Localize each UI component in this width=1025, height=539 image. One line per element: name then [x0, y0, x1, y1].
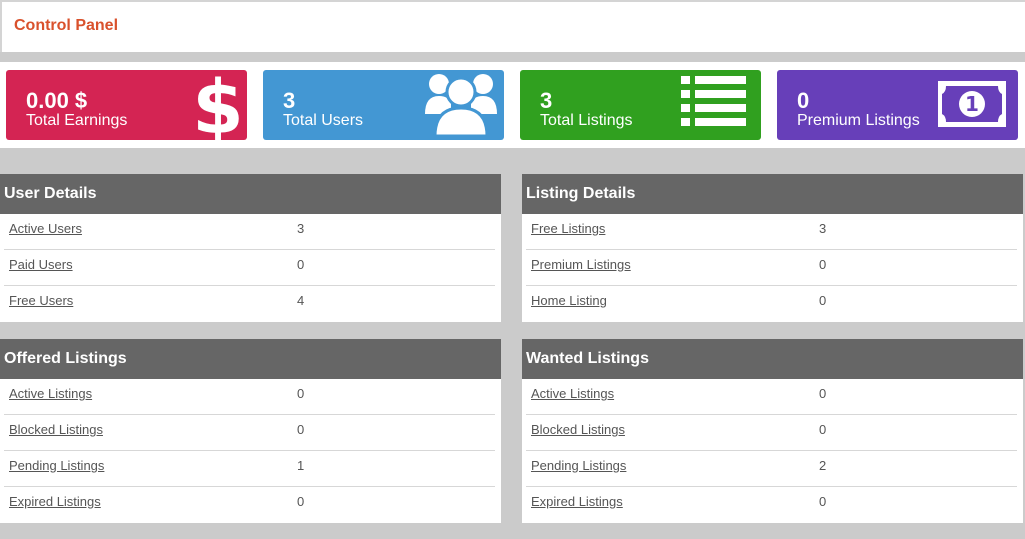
row-value: 0: [297, 257, 305, 272]
users-icon: [425, 74, 497, 138]
table-row: Free Listings 3: [526, 214, 1017, 250]
row-link[interactable]: Premium Listings: [531, 257, 631, 272]
stat-value: 0.00 $: [26, 88, 88, 113]
table-row: Premium Listings 0: [526, 250, 1017, 286]
panel-offered-listings: Offered Listings Active Listings 0 Block…: [0, 339, 501, 523]
row-link[interactable]: Expired Listings: [531, 494, 623, 509]
row-value: 0: [819, 257, 827, 272]
row-link[interactable]: Home Listing: [531, 293, 607, 308]
panel-title: Wanted Listings: [522, 339, 1023, 379]
row-link[interactable]: Active Listings: [531, 386, 614, 401]
table-row: Expired Listings 0: [526, 487, 1017, 523]
row-value: 0: [819, 422, 827, 437]
panel-listing-details: Listing Details Free Listings 3 Premium …: [522, 174, 1023, 322]
row-link[interactable]: Active Listings: [9, 386, 92, 401]
table-row: Pending Listings 2: [526, 451, 1017, 487]
svg-text:$: $: [192, 70, 244, 140]
table-row: Active Users 3: [4, 214, 495, 250]
stat-value: 3: [540, 88, 553, 113]
table-row: Active Listings 0: [4, 379, 495, 415]
row-value: 0: [819, 386, 827, 401]
table-row: Active Listings 0: [526, 379, 1017, 415]
page-title: Control Panel: [14, 17, 119, 34]
row-value: 3: [819, 221, 827, 236]
row-link[interactable]: Free Listings: [531, 221, 605, 236]
row-value: 3: [297, 221, 305, 236]
stat-label: Total Listings: [540, 112, 633, 129]
row-value: 0: [819, 494, 827, 509]
row-value: 4: [297, 293, 305, 308]
row-value: 0: [819, 293, 827, 308]
row-link[interactable]: Expired Listings: [9, 494, 101, 509]
stat-value: 0: [797, 88, 810, 113]
row-link[interactable]: Blocked Listings: [9, 422, 103, 437]
stat-card-total-users[interactable]: 3 Total Users: [263, 70, 504, 140]
row-link[interactable]: Blocked Listings: [531, 422, 625, 437]
stats-strip: 0.00 $ Total Earnings $ 3 Total Users 3 …: [0, 62, 1025, 148]
row-value: 0: [297, 494, 305, 509]
row-link[interactable]: Active Users: [9, 221, 82, 236]
panel-title: Listing Details: [522, 174, 1023, 214]
row-value: 0: [297, 422, 305, 437]
stat-value: 3: [283, 88, 296, 113]
stat-label: Premium Listings: [797, 112, 920, 129]
stat-label: Total Earnings: [26, 112, 128, 129]
row-value: 0: [297, 386, 305, 401]
table-row: Blocked Listings 0: [526, 415, 1017, 451]
table-row: Blocked Listings 0: [4, 415, 495, 451]
panel-title: Offered Listings: [0, 339, 501, 379]
stat-card-total-listings[interactable]: 3 Total Listings: [520, 70, 761, 140]
panel-title: User Details: [0, 174, 501, 214]
table-row: Home Listing 0: [526, 286, 1017, 322]
row-link[interactable]: Pending Listings: [531, 458, 626, 473]
table-row: Free Users 4: [4, 286, 495, 322]
table-row: Pending Listings 1: [4, 451, 495, 487]
dollar-sign-icon: $: [192, 70, 244, 140]
svg-text:1: 1: [965, 92, 979, 116]
list-icon: [681, 76, 746, 126]
row-link[interactable]: Free Users: [9, 293, 73, 308]
stat-card-premium-listings[interactable]: 0 Premium Listings 1: [777, 70, 1018, 140]
table-row: Paid Users 0: [4, 250, 495, 286]
row-link[interactable]: Pending Listings: [9, 458, 104, 473]
row-link[interactable]: Paid Users: [9, 257, 73, 272]
row-value: 1: [297, 458, 305, 473]
stat-card-total-earnings[interactable]: 0.00 $ Total Earnings $: [6, 70, 247, 140]
row-value: 2: [819, 458, 827, 473]
stat-label: Total Users: [283, 112, 364, 129]
page-header: Control Panel: [0, 0, 1025, 52]
panel-user-details: User Details Active Users 3 Paid Users 0…: [0, 174, 501, 322]
table-row: Expired Listings 0: [4, 487, 495, 523]
panel-wanted-listings: Wanted Listings Active Listings 0 Blocke…: [522, 339, 1023, 523]
banknote-icon: 1: [938, 81, 1006, 127]
